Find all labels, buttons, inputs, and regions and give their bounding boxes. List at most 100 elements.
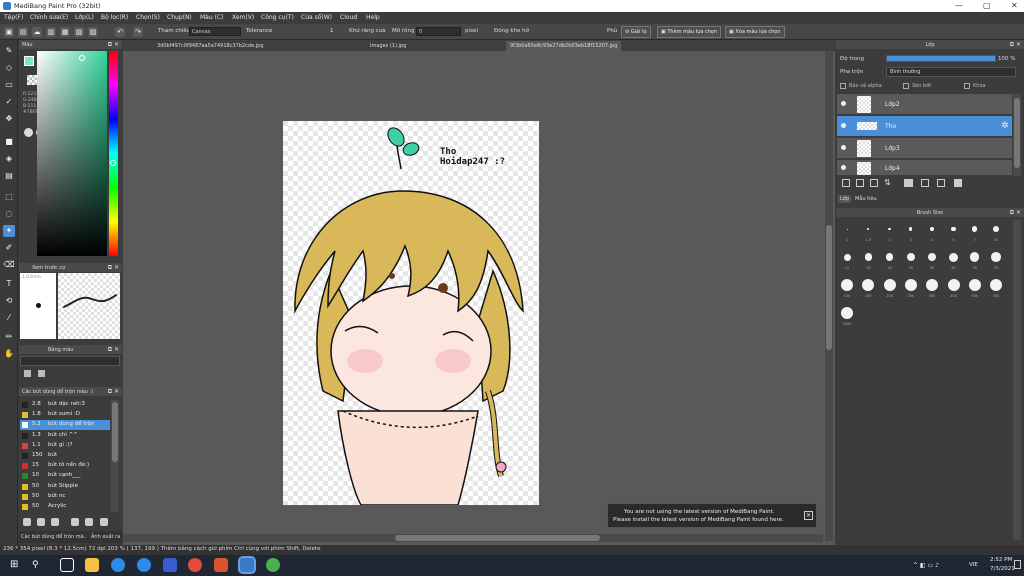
panel-close-icon[interactable]: ⧉ ✕ [108,388,119,396]
chrome-icon[interactable] [188,558,202,572]
select-tool-icon[interactable]: ⬚ [3,191,15,203]
expand-select[interactable]: 0 [416,27,461,36]
saturation-value-picker[interactable] [37,51,107,256]
drawing-canvas[interactable]: Tho Hoidap247 :? [283,121,539,505]
clock-date[interactable]: 7/3/2021 [990,566,1015,572]
visibility-icon[interactable] [841,165,846,170]
brush-menu-icon[interactable] [51,518,59,526]
delete-layer-icon[interactable] [954,179,962,187]
panel-close-icon[interactable]: ⧉ ✕ [108,346,119,354]
menu-help[interactable]: Help [366,14,380,21]
brush-list-item[interactable]: 2.8 bút dặc nét:3 [20,400,110,410]
brush-size-preset[interactable] [906,252,915,262]
brush-size-preset[interactable] [949,252,958,262]
eyedropper-tool-icon[interactable]: ⁄ [3,312,15,324]
magic-wand-tool-icon[interactable]: ✦ [3,225,15,237]
brush-list-item[interactable]: 50 bút nc [20,492,110,502]
new-layer-type-icon[interactable] [856,179,864,187]
right-panel-scrollbar[interactable] [1013,220,1021,540]
opacity-slider[interactable] [886,55,996,62]
doc-tab-1[interactable]: 3d0bf497c0f9487aa5a74918c37b2cde.jpg [153,41,268,51]
tab-layers[interactable]: Lớp [838,195,852,203]
menu-tools[interactable]: Công cụ(T) [261,14,294,21]
layer-row-3[interactable]: Lớp3 [837,138,1012,159]
reference-select[interactable]: Canvas [189,27,241,36]
eraser-tool-icon[interactable]: ◇ [3,62,15,74]
add-brush-icon[interactable] [37,518,45,526]
brush-size-preset[interactable] [888,227,891,231]
new-halftone-layer-icon[interactable] [870,179,878,187]
blend-mode-select[interactable]: Bình thường [886,67,1016,77]
edge-icon[interactable] [111,558,125,572]
menu-file[interactable]: Tệp(F) [4,14,23,21]
brush-size-preset[interactable] [846,228,848,230]
brush-size-preset[interactable] [968,279,981,291]
notification-icon[interactable] [1014,560,1021,569]
minimize-icon[interactable]: — [955,1,963,10]
bucket-tool-icon[interactable]: ◈ [3,153,15,165]
file-explorer-icon[interactable] [85,558,99,572]
menu-layer[interactable]: Lớp(L) [75,14,94,21]
green-app-icon[interactable] [266,558,280,572]
menu-edit[interactable]: Chỉnh sửa(E) [30,14,68,21]
medibang-taskbar-icon[interactable] [238,556,256,574]
brush-list-item[interactable]: 50 Acrylic [20,502,110,512]
hue-slider[interactable] [109,51,118,256]
visibility-icon[interactable] [841,101,846,106]
maximize-icon[interactable]: ▢ [983,1,991,10]
brush-list-scroll-thumb[interactable] [112,402,118,462]
clipping-checkbox[interactable] [903,83,909,89]
menu-select[interactable]: Chọn(S) [136,14,160,21]
brush-list-item[interactable]: 50 bút Stipple [20,482,110,492]
brush-list-item[interactable]: 1.8 bút sumi :D [20,410,110,420]
snap-icon[interactable]: ▨ [88,27,98,37]
remove-color-button[interactable]: ▣ Xóa màu lựa chọn [725,26,785,38]
brush-size-preset[interactable] [947,279,960,291]
word-icon[interactable] [163,558,177,572]
brush-size-preset[interactable] [841,307,853,319]
brush-list-item[interactable]: 5.2 bút dùng để trộn [20,420,110,431]
brush-size-preset[interactable] [904,279,917,291]
visibility-icon[interactable] [841,123,846,128]
brush-size-preset[interactable] [991,252,1001,262]
gear-icon[interactable]: ✲ [1001,121,1009,131]
bottom-tab-brushes[interactable]: Các bút dùng để trộn mà.. [21,534,87,540]
background-color-swatch[interactable] [27,75,37,85]
menu-snap[interactable]: Chụp(N) [167,14,192,21]
brush-list-item[interactable]: 150 bút [20,451,110,461]
rectangle-tool-icon[interactable]: ▭ [3,79,15,91]
duplicate-brush-icon[interactable] [71,518,79,526]
check-tool-icon[interactable]: ✓ [3,96,15,108]
fill-rect-tool-icon[interactable]: ■ [3,136,15,148]
brush-size-preset[interactable] [883,279,896,291]
update-notice[interactable]: You are not using the latest version of … [607,503,817,528]
panel-close-icon[interactable]: ⧉ ✕ [1010,209,1021,217]
text-tool-icon[interactable]: T [3,278,15,290]
input-language[interactable]: VIE [969,562,978,568]
bottom-tab-export[interactable]: Ảnh xuất ra [91,534,120,540]
delete-brush-icon[interactable] [100,518,108,526]
operation-tool-icon[interactable]: ⟲ [3,295,15,307]
layer-row-2[interactable]: Tho ✲ [837,116,1012,137]
brush-list-item[interactable]: 10 bút cạnh___ [20,471,110,481]
brush-size-preset[interactable] [972,226,978,232]
search-icon[interactable]: ⚲ [32,558,46,572]
lock-checkbox[interactable] [964,83,970,89]
edge-beta-icon[interactable] [137,558,151,572]
add-color-button[interactable]: ▣ Thêm màu lựa chọn [657,26,722,38]
brush-list-item[interactable]: 1.1 bút gì :)? [20,441,110,451]
layer-row-4[interactable]: Lớp4 [837,160,1012,176]
close-icon[interactable]: ✕ [1011,1,1018,10]
move-tool-icon[interactable]: ✥ [3,113,15,125]
brush-size-preset[interactable] [930,227,935,231]
clear-button[interactable]: ⊘ Giải lọ [621,26,651,38]
select-pen-tool-icon[interactable]: ✐ [3,242,15,254]
menu-window[interactable]: Cửa sổ(W) [301,14,332,21]
new-file-icon[interactable]: ▣ [4,27,14,37]
doc-tab-2[interactable]: Images (1).jpg [366,41,410,51]
doc-tab-3[interactable]: 9f3b0a65e8c93e27db2b03eb18f15207.jpg [506,41,622,51]
grid-icon[interactable]: ▧ [74,27,84,37]
canvas-vertical-scroll-thumb[interactable] [826,225,832,350]
brush-size-preset[interactable] [843,253,851,261]
menu-view[interactable]: Xem(V) [232,14,254,21]
